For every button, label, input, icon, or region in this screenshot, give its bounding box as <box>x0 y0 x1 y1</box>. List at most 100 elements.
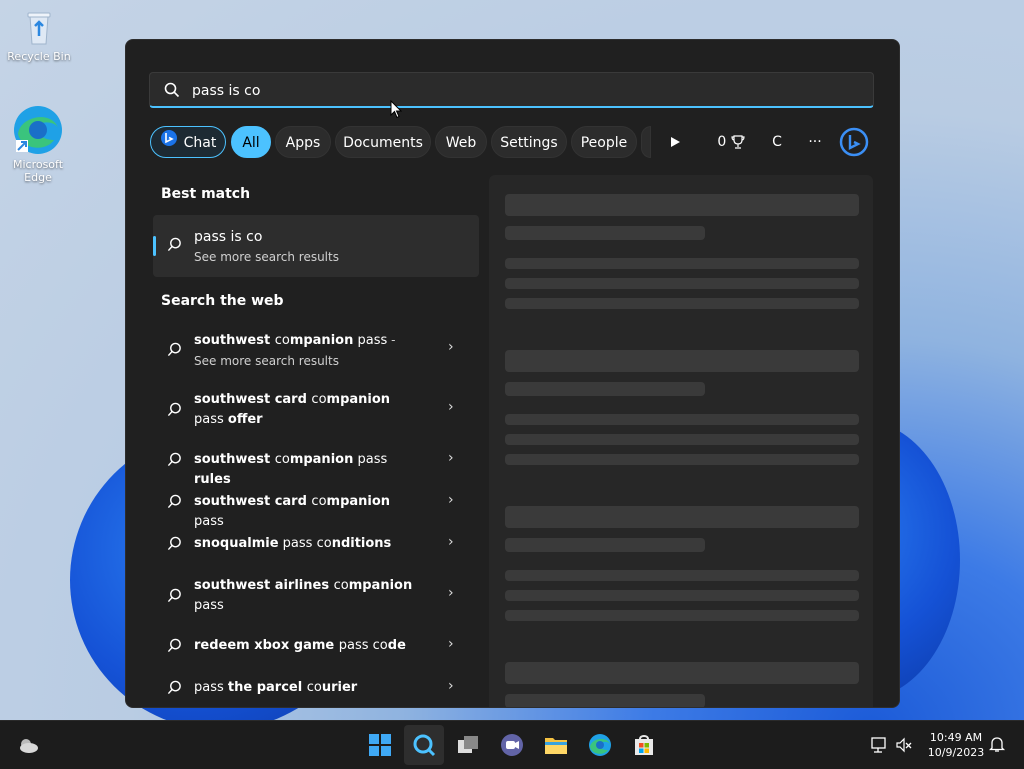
recycle-bin-label: Recycle Bin <box>7 50 71 63</box>
suggestion-text-segment: rules <box>194 472 231 487</box>
suggestion-text: pass the parcel courier <box>194 678 419 698</box>
loading-placeholder <box>505 434 859 445</box>
web-suggestion[interactable]: southwest companion pass - See more sear… <box>153 330 479 380</box>
taskbar-search-button[interactable] <box>404 725 444 765</box>
suggestion-text: southwest card companion pass <box>194 492 419 532</box>
loading-placeholder <box>505 278 859 289</box>
suggestion-text-segment: redeem xbox game <box>194 638 339 653</box>
suggestion-text-segment: de <box>387 638 406 653</box>
suggestion-text-segment: pass <box>194 680 228 695</box>
filter-chip-documents[interactable]: Documents <box>335 126 431 158</box>
edge-desktop-icon[interactable]: Microsoft Edge <box>6 104 70 184</box>
loading-placeholder <box>505 226 705 240</box>
chevron-right-icon[interactable]: › <box>448 585 454 601</box>
filter-chip-people[interactable]: People <box>571 126 637 158</box>
volume-muted-icon[interactable] <box>895 736 913 758</box>
file-explorer-button[interactable] <box>536 725 576 765</box>
best-match-title: pass is co <box>194 229 263 245</box>
chevron-right-icon[interactable]: › <box>448 534 454 550</box>
more-filters-button[interactable] <box>663 126 687 158</box>
search-icon <box>412 733 436 757</box>
search-icon <box>164 82 180 102</box>
web-suggestion[interactable]: southwest card companion pass › <box>153 492 479 529</box>
system-clock[interactable]: 10:49 AM 10/9/2023 <box>918 730 994 760</box>
web-suggestion[interactable]: snoqualmie pass conditions › <box>153 534 479 564</box>
profile-button[interactable]: C <box>763 126 791 158</box>
suggestion-text-segment: southwest airlines <box>194 578 334 593</box>
store-button[interactable] <box>624 725 664 765</box>
suggestion-text-segment: southwest card <box>194 392 312 407</box>
web-suggestion[interactable]: southwest card companion pass offer › <box>153 390 479 440</box>
chevron-right-icon[interactable]: › <box>448 636 454 652</box>
suggestion-text-segment: pass <box>338 638 373 653</box>
rewards-count: 0 <box>717 134 727 150</box>
loading-placeholder <box>505 194 859 216</box>
microsoft-store-icon <box>632 733 656 757</box>
clock-date: 10/9/2023 <box>927 746 985 759</box>
widgets-button[interactable] <box>8 725 48 765</box>
web-suggestion[interactable]: southwest airlines companion pass › <box>153 576 479 626</box>
loading-placeholder <box>505 610 859 621</box>
bing-button[interactable] <box>837 126 871 158</box>
web-suggestion[interactable]: southwest companion pass rules › <box>153 450 479 487</box>
suggestion-text-segment: co <box>372 638 388 653</box>
search-icon <box>167 402 182 421</box>
suggestion-text-segment: co <box>274 333 290 348</box>
teams-chat-icon <box>500 733 524 757</box>
task-view-button[interactable] <box>448 725 488 765</box>
chat-button[interactable]: Chat <box>150 126 226 158</box>
suggestion-text-segment: co <box>311 494 327 509</box>
search-icon <box>167 638 182 657</box>
suggestion-text-segment: co <box>306 680 322 695</box>
chevron-right-icon[interactable]: › <box>448 450 454 466</box>
rewards-button[interactable]: 0 <box>713 126 749 158</box>
chevron-right-icon[interactable]: › <box>448 492 454 508</box>
chevron-right-icon[interactable]: › <box>448 339 454 355</box>
task-view-icon <box>456 733 480 757</box>
filter-chip-overflow[interactable] <box>641 126 651 158</box>
network-icon[interactable] <box>870 736 888 758</box>
suggestion-text-segment: snoqualmie <box>194 536 279 551</box>
search-input[interactable] <box>190 79 854 103</box>
suggestion-text-segment: pass <box>194 598 224 613</box>
suggestion-text-segment: pass <box>278 536 317 551</box>
suggestion-text-segment: mpanion <box>326 392 391 407</box>
loading-placeholder <box>505 506 859 528</box>
suggestion-text-segment: mpanion <box>348 578 413 593</box>
notifications-bell-icon[interactable] <box>988 735 1006 757</box>
chevron-right-icon[interactable]: › <box>448 678 454 694</box>
suggestion-text-segment: co <box>311 392 327 407</box>
filter-chip-settings[interactable]: Settings <box>491 126 567 158</box>
start-button[interactable] <box>360 725 400 765</box>
suggestion-text-segment: nditions <box>331 536 392 551</box>
search-box[interactable] <box>149 72 874 108</box>
best-match-subtitle: See more search results <box>194 250 339 264</box>
web-suggestion[interactable]: redeem xbox game pass code › <box>153 636 479 666</box>
more-options-button[interactable]: ··· <box>801 126 829 158</box>
edge-taskbar-button[interactable] <box>580 725 620 765</box>
filter-chip-apps[interactable]: Apps <box>275 126 331 158</box>
best-match-heading: Best match <box>161 186 251 202</box>
search-icon <box>167 588 182 607</box>
suggestion-text: southwest companion pass rules <box>194 450 419 490</box>
suggestion-text-segment: pass <box>194 514 224 529</box>
best-match-result[interactable]: pass is co See more search results <box>153 215 479 277</box>
search-icon <box>167 680 182 699</box>
filter-chip-web[interactable]: Web <box>435 126 487 158</box>
chevron-right-icon[interactable]: › <box>448 399 454 415</box>
loading-placeholder <box>505 414 859 425</box>
recycle-bin-desktop-icon[interactable]: Recycle Bin <box>7 8 71 63</box>
loading-placeholder <box>505 570 859 581</box>
trophy-icon <box>731 134 745 150</box>
start-search-panel: Chat All Apps Documents Web Settings Peo… <box>125 39 900 708</box>
filter-chip-all[interactable]: All <box>231 126 271 158</box>
loading-placeholder <box>505 258 859 269</box>
recycle-bin-icon <box>19 8 59 48</box>
edge-icon <box>12 104 64 156</box>
web-suggestion[interactable]: pass the parcel courier › <box>153 678 479 707</box>
suggestion-text-segment: urier <box>321 680 358 695</box>
search-icon <box>167 536 182 555</box>
teams-chat-button[interactable] <box>492 725 532 765</box>
suggestion-text-segment: the parcel <box>227 680 307 695</box>
loading-placeholder <box>505 590 859 601</box>
